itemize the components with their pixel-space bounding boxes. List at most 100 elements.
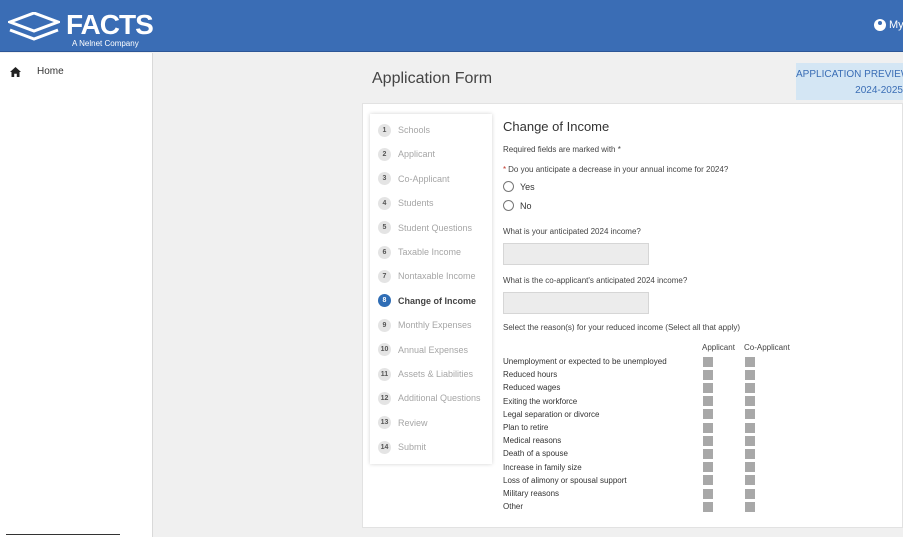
reason-label: Increase in family size (503, 462, 582, 472)
sidebar-item-label: Home (37, 66, 64, 77)
step-item[interactable]: 13 Review (378, 416, 428, 430)
step-item[interactable]: 11 Assets & Liabilities (378, 367, 473, 381)
applicant-reason-checkbox[interactable] (703, 501, 713, 512)
step-item[interactable]: 5 Student Questions (378, 221, 472, 235)
step-number-badge: 3 (378, 172, 391, 186)
reason-label: Death of a spouse (503, 449, 568, 459)
applicant-reason-checkbox[interactable] (703, 448, 713, 459)
coapplicant-reason-checkbox[interactable] (745, 396, 755, 407)
coapplicant-reason-checkbox[interactable] (745, 435, 755, 446)
applicant-reason-checkbox[interactable] (703, 462, 713, 473)
applicant-reason-checkbox[interactable] (703, 435, 713, 446)
applicant-reason-checkbox[interactable] (703, 382, 713, 393)
radio-yes-circle[interactable] (503, 181, 514, 192)
step-number-badge: 1 (378, 123, 391, 137)
coapplicant-reason-checkbox[interactable] (745, 382, 755, 393)
coapplicant-reason-checkbox[interactable] (745, 448, 755, 459)
user-account-icon (874, 19, 886, 31)
step-item[interactable]: 12 Additional Questions (378, 391, 481, 405)
applicant-reason-checkbox[interactable] (703, 369, 713, 380)
application-preview-badge: APPLICATION PREVIEW 2024-2025 (796, 63, 903, 100)
step-number-badge: 6 (378, 245, 391, 259)
coapplicant-reason-checkbox[interactable] (745, 409, 755, 420)
applicant-reason-checkbox[interactable] (703, 396, 713, 407)
step-number-badge: 2 (378, 147, 391, 161)
step-number-badge: 5 (378, 221, 391, 235)
step-item[interactable]: 7 Nontaxable Income (378, 269, 476, 283)
step-label: Student Questions (398, 222, 473, 233)
top-header: FACTS A Nelnet Company My (0, 0, 903, 52)
preview-badge-title: APPLICATION PREVIEW (796, 69, 903, 80)
step-number-badge: 12 (378, 391, 391, 405)
step-number-badge: 13 (378, 416, 391, 430)
reasons-label: Select the reason(s) for your reduced in… (503, 323, 741, 332)
applicant-reason-checkbox[interactable] (703, 475, 713, 486)
applicant-reason-checkbox[interactable] (703, 422, 713, 433)
applicant-reason-checkbox[interactable] (703, 409, 713, 420)
reason-label: Medical reasons (503, 436, 562, 446)
step-label: Assets & Liabilities (398, 369, 474, 379)
step-item[interactable]: 9 Monthly Expenses (378, 318, 472, 332)
reason-label: Loss of alimony or spousal support (503, 475, 627, 485)
radio-no-label: No (520, 200, 532, 211)
reason-label: Other (503, 502, 524, 512)
radio-no[interactable]: No (503, 200, 532, 211)
step-item[interactable]: 14 Submit (378, 440, 426, 454)
step-label: Additional Questions (398, 393, 481, 404)
column-header-applicant: Applicant (702, 343, 735, 352)
step-label: Applicant (398, 149, 436, 160)
radio-yes[interactable]: Yes (503, 181, 535, 192)
step-number-badge: 8 (378, 294, 391, 308)
applicant-income-input[interactable] (503, 243, 649, 265)
step-label: Review (398, 417, 428, 428)
steps-nav: 1 Schools 2 Applicant 3 Co-Applicant 4 Students… (370, 114, 492, 464)
radio-no-circle[interactable] (503, 200, 514, 211)
step-item[interactable]: 6 Taxable Income (378, 245, 461, 259)
applicant-reason-checkbox[interactable] (703, 356, 713, 367)
step-item[interactable]: 10 Annual Expenses (378, 343, 468, 357)
sidebar-divider (6, 534, 120, 535)
coapplicant-reason-checkbox[interactable] (745, 501, 755, 512)
step-label: Submit (398, 442, 427, 453)
step-number-badge: 9 (378, 318, 391, 332)
facts-logo[interactable]: FACTS A Nelnet Company (8, 8, 158, 48)
sidebar-item-home[interactable]: Home (10, 66, 64, 77)
facts-emblem-icon (8, 12, 60, 41)
required-note: Required fields are marked with * (503, 145, 621, 154)
step-number-badge: 7 (378, 269, 391, 283)
user-menu-button[interactable]: My (874, 19, 903, 31)
applicant-income-label: What is your anticipated 2024 income? (503, 227, 641, 236)
coapplicant-reason-checkbox[interactable] (745, 422, 755, 433)
step-label: Annual Expenses (398, 344, 469, 355)
step-label: Change of Income (398, 295, 477, 306)
coapplicant-reason-checkbox[interactable] (745, 462, 755, 473)
step-item[interactable]: 8 Change of Income (378, 294, 476, 308)
coapplicant-reason-checkbox[interactable] (745, 356, 755, 367)
reason-label: Reduced wages (503, 383, 561, 393)
reason-label: Military reasons (503, 489, 560, 498)
decrease-question-text: Do you anticipate a decrease in your ann… (508, 165, 729, 174)
sidebar: Home (0, 53, 153, 537)
step-label: Monthly Expenses (398, 320, 472, 331)
column-header-coapplicant: Co-Applicant (744, 343, 790, 352)
step-label: Nontaxable Income (398, 271, 476, 282)
coapplicant-reason-checkbox[interactable] (745, 488, 755, 499)
logo-subtitle: A Nelnet Company (72, 39, 139, 48)
preview-badge-year: 2024-2025 (855, 85, 903, 96)
step-number-badge: 11 (378, 367, 391, 381)
coapplicant-reason-checkbox[interactable] (745, 475, 755, 486)
logo-wordmark: FACTS (66, 9, 154, 40)
user-menu-label: My (889, 19, 903, 31)
coapplicant-reason-checkbox[interactable] (745, 369, 755, 380)
coapplicant-income-label: What is the co-applicant's anticipated 2… (503, 276, 688, 285)
step-item[interactable]: 4 Students (378, 196, 434, 210)
applicant-reason-checkbox[interactable] (703, 488, 713, 499)
home-icon (10, 66, 21, 77)
step-item[interactable]: 2 Applicant (378, 147, 435, 161)
step-item[interactable]: 3 Co-Applicant (378, 172, 450, 186)
radio-yes-label: Yes (520, 181, 535, 192)
step-item[interactable]: 1 Schools (378, 123, 430, 137)
reason-label: Plan to retire (503, 423, 549, 432)
form-title: Change of Income (503, 119, 610, 134)
coapplicant-income-input[interactable] (503, 292, 649, 314)
